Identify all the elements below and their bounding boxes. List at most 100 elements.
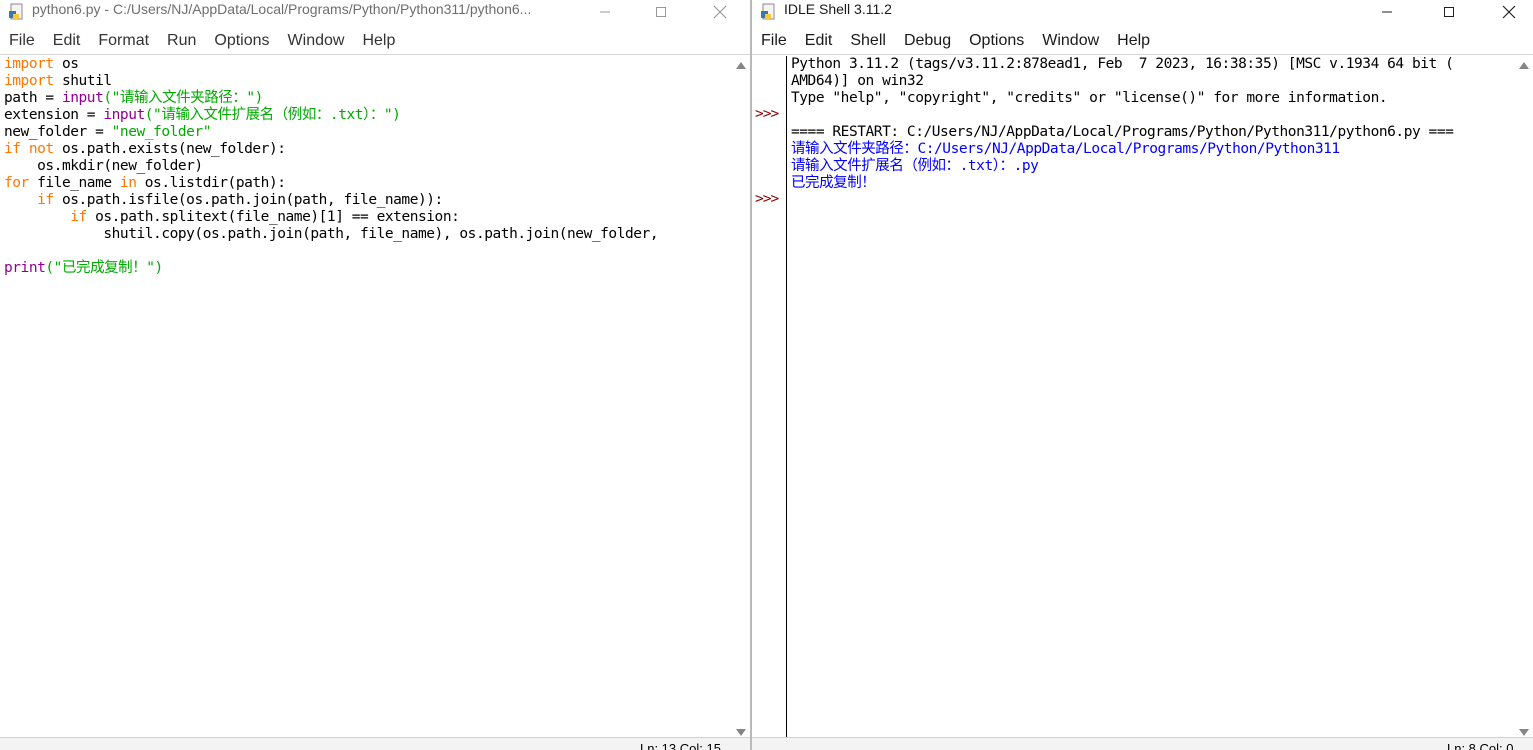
code-line: for file_name in os.listdir(path):	[4, 175, 727, 192]
code-token: extension =	[4, 107, 104, 123]
code-token: not	[28, 141, 54, 157]
code-token: for	[4, 175, 29, 191]
shell-title: IDLE Shell 3.11.2	[784, 1, 892, 17]
code-token: shutil	[53, 73, 112, 89]
shell-prompt: >>>	[755, 191, 779, 207]
editor-menu-window[interactable]: Window	[279, 27, 354, 54]
editor-menu-edit[interactable]: Edit	[44, 27, 90, 54]
shell-menubar: File Edit Shell Debug Options Window Help	[752, 27, 1533, 55]
code-token: os.path.isfile(os.path.join(path, file_n…	[53, 192, 443, 208]
editor-menubar: File Edit Format Run Options Window Help	[0, 27, 750, 55]
shell-output-line: ==== RESTART: C:/Users/NJ/AppData/Local/…	[791, 124, 1454, 140]
code-token: in	[119, 175, 137, 191]
code-token: import	[4, 73, 54, 89]
code-token: os	[53, 56, 79, 72]
editor-scrollbar[interactable]	[732, 56, 750, 738]
close-button[interactable]	[1486, 0, 1532, 24]
code-line: import os	[4, 56, 727, 73]
code-line: new_folder = "new_folder"	[4, 124, 727, 141]
maximize-icon	[656, 7, 666, 17]
close-icon	[1502, 5, 1516, 19]
code-token: input	[103, 107, 145, 123]
shell-output-line: Type "help", "copyright", "credits" or "…	[791, 90, 1388, 106]
code-token: file_name	[28, 175, 120, 191]
editor-menu-file[interactable]: File	[0, 27, 44, 54]
shell-output-line: 请输入文件夹路径：C:/Users/NJ/AppData/Local/Progr…	[791, 141, 1340, 157]
shell-menu-window[interactable]: Window	[1033, 27, 1108, 54]
shell-menu-file[interactable]: File	[752, 27, 796, 54]
maximize-icon	[1444, 7, 1454, 17]
scroll-up-icon[interactable]	[736, 62, 746, 69]
code-line: if os.path.splitext(file_name)[1] == ext…	[4, 209, 727, 226]
code-token: input	[61, 90, 104, 106]
editor-titlebar[interactable]: python6.py - C:/Users/NJ/AppData/Local/P…	[0, 0, 750, 24]
shell-scrollbar[interactable]	[1515, 56, 1533, 738]
code-line: path = input("请输入文件夹路径：")	[4, 90, 727, 107]
python-file-icon	[9, 3, 23, 20]
code-token: os.path.exists(new_folder):	[53, 141, 286, 157]
maximize-button[interactable]	[1426, 0, 1472, 24]
shell-output-line: AMD64)] on win32	[791, 73, 924, 89]
scroll-up-icon[interactable]	[1519, 62, 1529, 69]
close-icon	[713, 5, 727, 19]
code-line: import shutil	[4, 73, 727, 90]
editor-statusbar: Ln: 13 Col: 15	[0, 737, 750, 750]
code-token: os.mkdir(new_folder)	[4, 158, 203, 174]
close-button[interactable]	[697, 0, 743, 24]
code-line: os.mkdir(new_folder)	[4, 158, 727, 175]
shell-output-line	[791, 107, 1515, 124]
code-token: print	[4, 260, 46, 276]
code-line: print("已完成复制！")	[4, 260, 727, 277]
minimize-icon	[600, 11, 610, 13]
minimize-icon	[1382, 11, 1392, 13]
shell-menu-options[interactable]: Options	[960, 27, 1033, 54]
code-token: ("请输入文件扩展名（例如：.txt）：")	[144, 107, 401, 123]
code-line: if os.path.isfile(os.path.join(path, fil…	[4, 192, 727, 209]
shell-menu-debug[interactable]: Debug	[895, 27, 960, 54]
code-token: "new_folder"	[111, 124, 212, 140]
editor-menu-run[interactable]: Run	[158, 27, 205, 54]
shell-titlebar[interactable]: IDLE Shell 3.11.2	[752, 0, 1533, 24]
code-token: if	[70, 209, 87, 225]
prompt-gutter: >>> >>>	[752, 56, 787, 737]
python-file-icon	[761, 3, 775, 20]
shell-output-line: 已完成复制！	[791, 175, 876, 191]
code-line: extension = input("请输入文件扩展名（例如：.txt）：")	[4, 107, 727, 124]
editor-cursor-position: Ln: 13 Col: 15	[640, 741, 721, 750]
editor-menu-options[interactable]: Options	[205, 27, 278, 54]
code-token: ("请输入文件夹路径：")	[103, 90, 263, 106]
editor-window: python6.py - C:/Users/NJ/AppData/Local/P…	[0, 0, 750, 750]
editor-title: python6.py - C:/Users/NJ/AppData/Local/P…	[32, 1, 532, 17]
shell-cursor-position: Ln: 8 Col: 0	[1447, 741, 1514, 750]
scroll-down-icon[interactable]	[1519, 729, 1529, 736]
shell-menu-shell[interactable]: Shell	[841, 27, 895, 54]
shell-window: IDLE Shell 3.11.2 File Edit Shell Debug Opti…	[752, 0, 1533, 750]
code-line: if not os.path.exists(new_folder):	[4, 141, 727, 158]
code-token: import	[4, 56, 54, 72]
code-token: os.path.splitext(file_name)[1] == extens…	[86, 209, 460, 225]
code-token: path =	[4, 90, 62, 106]
code-token: new_folder =	[4, 124, 112, 140]
maximize-button[interactable]	[638, 0, 684, 24]
minimize-button[interactable]	[582, 0, 628, 24]
minimize-button[interactable]	[1364, 0, 1410, 24]
editor-menu-format[interactable]: Format	[89, 27, 158, 54]
code-token: os.listdir(path):	[136, 175, 286, 191]
code-token: if	[4, 141, 21, 157]
editor-code-area[interactable]: import os import shutil path = input("请输入文…	[4, 56, 727, 277]
shell-statusbar: Ln: 8 Col: 0	[752, 737, 1533, 750]
code-token: shutil.copy(os.path.join(path, file_name…	[4, 226, 659, 242]
shell-menu-help[interactable]: Help	[1108, 27, 1159, 54]
shell-prompt: >>>	[755, 106, 779, 122]
scroll-down-icon[interactable]	[736, 729, 746, 736]
shell-output-line: Python 3.11.2 (tags/v3.11.2:878ead1, Feb…	[791, 56, 1454, 72]
editor-menu-help[interactable]: Help	[353, 27, 404, 54]
shell-output[interactable]: Python 3.11.2 (tags/v3.11.2:878ead1, Feb…	[791, 56, 1515, 192]
shell-menu-edit[interactable]: Edit	[796, 27, 842, 54]
code-token: ("已完成复制！")	[45, 260, 163, 276]
code-line: shutil.copy(os.path.join(path, file_name…	[4, 226, 727, 243]
